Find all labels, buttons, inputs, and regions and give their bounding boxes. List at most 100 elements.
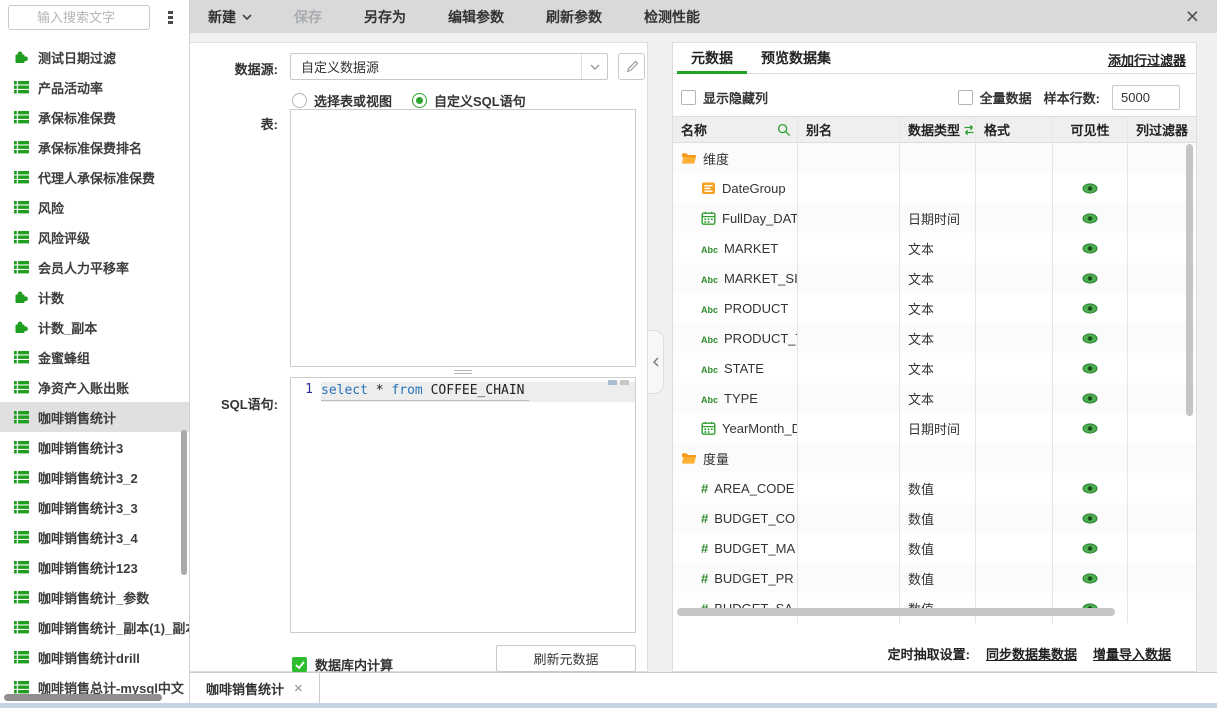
eye-icon[interactable] (1082, 483, 1098, 494)
toolbar-button[interactable]: 检测性能 (644, 7, 700, 27)
eye-icon[interactable] (1082, 363, 1098, 374)
sidebar-item[interactable]: 会员人力平移率 (0, 252, 189, 282)
tab-metadata[interactable]: 元数据 (677, 43, 747, 73)
search-icon[interactable] (777, 123, 791, 137)
eye-icon[interactable] (1082, 543, 1098, 554)
open-dataset-tab[interactable]: 咖啡销售统计 × (190, 673, 320, 703)
datasource-select[interactable]: 自定义数据源 (290, 53, 608, 80)
column-filter-cell[interactable] (1128, 323, 1191, 353)
column-filter-cell[interactable] (1128, 383, 1191, 413)
sidebar-item[interactable]: 产品活动率 (0, 72, 189, 102)
table-input[interactable] (290, 109, 636, 367)
chevron-down-icon[interactable] (581, 54, 607, 79)
sidebar-horizontal-scrollbar[interactable] (4, 694, 162, 701)
format-cell[interactable] (976, 563, 1053, 593)
format-cell[interactable] (976, 443, 1053, 473)
sidebar-item[interactable]: 咖啡销售统计_副本(1)_副本 (0, 612, 189, 642)
alias-cell[interactable] (798, 143, 900, 173)
sql-editor[interactable]: 1 select * from COFFEE_CHAIN (290, 377, 636, 633)
eye-icon[interactable] (1082, 393, 1098, 404)
table-row[interactable]: AbcPRODUCT文本 (673, 293, 1196, 323)
search-input[interactable] (8, 5, 150, 30)
format-cell[interactable] (976, 203, 1053, 233)
sidebar-item[interactable]: 金蜜蜂组 (0, 342, 189, 372)
toolbar-button[interactable]: 刷新参数 (546, 7, 602, 27)
eye-icon[interactable] (1082, 573, 1098, 584)
column-filter-cell[interactable] (1128, 263, 1191, 293)
eye-icon[interactable] (1082, 333, 1098, 344)
column-filter-cell[interactable] (1128, 233, 1191, 263)
alias-cell[interactable] (798, 263, 900, 293)
eye-icon[interactable] (1082, 423, 1098, 434)
alias-cell[interactable] (798, 323, 900, 353)
format-cell[interactable] (976, 323, 1053, 353)
sample-rows-input[interactable] (1112, 85, 1180, 110)
column-filter-cell[interactable] (1128, 143, 1191, 173)
radio-table-or-view[interactable]: 选择表或视图 (292, 91, 392, 110)
alias-cell[interactable] (798, 233, 900, 263)
alias-cell[interactable] (798, 473, 900, 503)
sidebar-item[interactable]: 风险评级 (0, 222, 189, 252)
menu-icon[interactable] (163, 8, 177, 26)
column-filter-cell[interactable] (1128, 473, 1191, 503)
sidebar-item[interactable]: 咖啡销售统计drill (0, 642, 189, 672)
add-row-filter-link[interactable]: 添加行过滤器 (1108, 50, 1186, 69)
alias-cell[interactable] (798, 503, 900, 533)
alias-cell[interactable] (798, 533, 900, 563)
table-row[interactable]: AbcMARKET_SI文本 (673, 263, 1196, 293)
format-cell[interactable] (976, 143, 1053, 173)
table-row[interactable]: DateGroup (673, 173, 1196, 203)
radio-custom-sql[interactable]: 自定义SQL语句 (412, 91, 526, 110)
show-hidden-columns-checkbox[interactable]: 显示隐藏列 (681, 88, 768, 107)
alias-cell[interactable] (798, 173, 900, 203)
format-cell[interactable] (976, 353, 1053, 383)
alias-cell[interactable] (798, 383, 900, 413)
table-row[interactable]: AbcTYPE文本 (673, 383, 1196, 413)
sidebar-item[interactable]: 承保标准保费 (0, 102, 189, 132)
convert-type-icon[interactable] (962, 124, 976, 136)
sidebar-item[interactable]: 咖啡销售统计_参数 (0, 582, 189, 612)
sidebar-item[interactable]: 咖啡销售统计123 (0, 552, 189, 582)
format-cell[interactable] (976, 293, 1053, 323)
refresh-metadata-button[interactable]: 刷新元数据 (496, 645, 636, 672)
column-filter-cell[interactable] (1128, 533, 1191, 563)
column-filter-cell[interactable] (1128, 443, 1191, 473)
table-row[interactable]: 维度 (673, 143, 1196, 173)
toolbar-button[interactable]: 编辑参数 (448, 7, 504, 27)
sidebar-item[interactable]: 风险 (0, 192, 189, 222)
collapse-panel-handle[interactable] (648, 330, 664, 394)
table-row[interactable]: 度量 (673, 443, 1196, 473)
format-cell[interactable] (976, 503, 1053, 533)
table-row[interactable]: FullDay_DAT日期时间 (673, 203, 1196, 233)
edit-datasource-button[interactable] (618, 53, 645, 80)
alias-cell[interactable] (798, 413, 900, 443)
sidebar-item[interactable]: 计数_副本 (0, 312, 189, 342)
table-row[interactable]: #BUDGET_MA数值 (673, 533, 1196, 563)
toolbar-button[interactable]: 新建 (208, 7, 252, 27)
tab-preview-dataset[interactable]: 预览数据集 (747, 43, 845, 73)
table-row[interactable]: AbcMARKET文本 (673, 233, 1196, 263)
table-vertical-scrollbar[interactable] (1186, 144, 1193, 416)
sidebar-item[interactable]: 咖啡销售统计3_3 (0, 492, 189, 522)
column-filter-cell[interactable] (1128, 503, 1191, 533)
table-row[interactable]: AbcSTATE文本 (673, 353, 1196, 383)
sidebar-item[interactable]: 咖啡销售统计3_2 (0, 462, 189, 492)
sidebar-item[interactable]: 计数 (0, 282, 189, 312)
sidebar-item[interactable]: 代理人承保标准保费 (0, 162, 189, 192)
alias-cell[interactable] (798, 353, 900, 383)
column-filter-cell[interactable] (1128, 593, 1191, 623)
format-cell[interactable] (976, 533, 1053, 563)
eye-icon[interactable] (1082, 183, 1098, 194)
table-row[interactable]: AbcPRODUCT_T文本 (673, 323, 1196, 353)
table-row[interactable]: #AREA_CODE数值 (673, 473, 1196, 503)
close-icon[interactable]: × (1186, 1, 1199, 31)
format-cell[interactable] (976, 473, 1053, 503)
format-cell[interactable] (976, 173, 1053, 203)
table-horizontal-scrollbar[interactable] (677, 608, 1115, 616)
sidebar-item[interactable]: 承保标准保费排名 (0, 132, 189, 162)
eye-icon[interactable] (1082, 273, 1098, 284)
alias-cell[interactable] (798, 563, 900, 593)
table-row[interactable]: #BUDGET_CO数值 (673, 503, 1196, 533)
sync-dataset-link[interactable]: 同步数据集数据 (986, 644, 1077, 663)
column-filter-cell[interactable] (1128, 173, 1191, 203)
